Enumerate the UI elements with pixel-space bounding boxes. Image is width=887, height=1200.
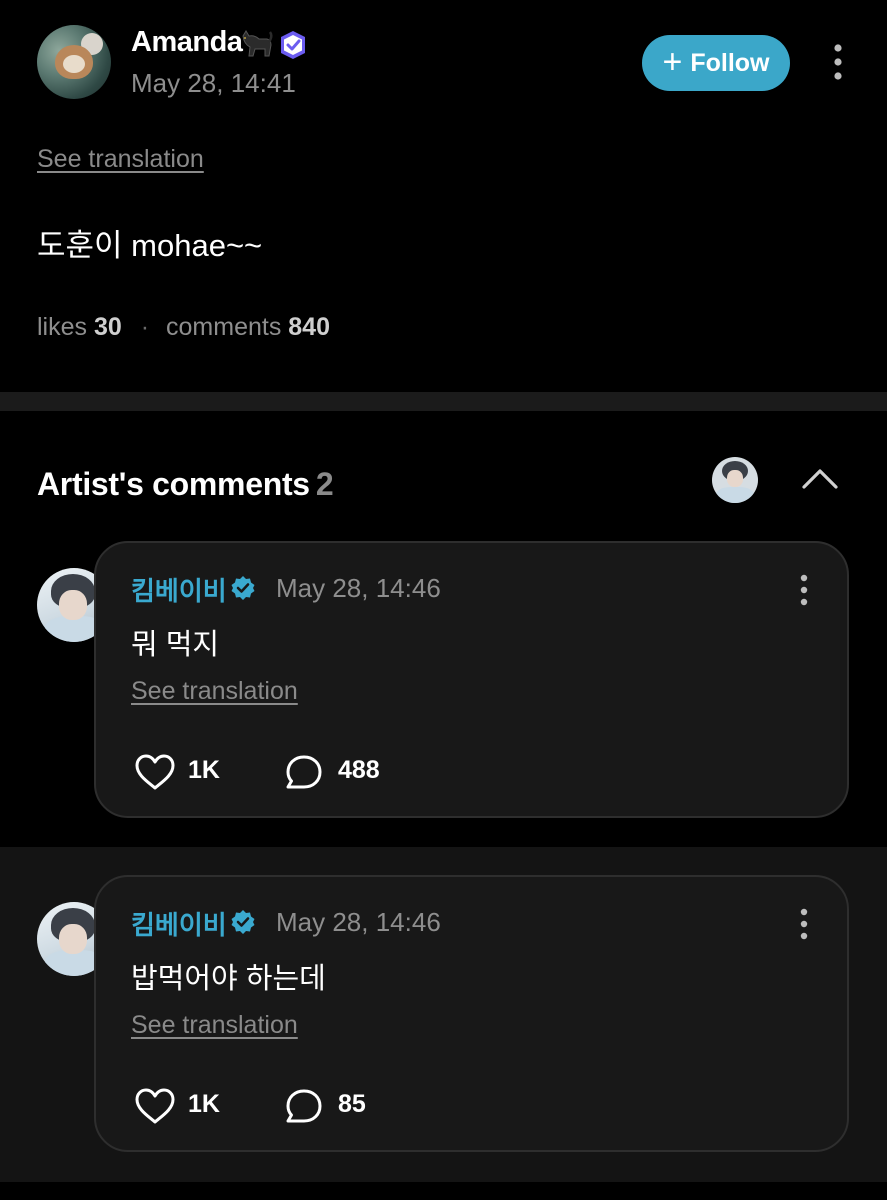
comment-text: 밥먹어야 하는데 bbox=[131, 963, 326, 995]
more-options-icon[interactable] bbox=[794, 573, 814, 607]
see-translation-link[interactable]: See translation bbox=[131, 677, 298, 706]
see-translation-link[interactable]: See translation bbox=[37, 145, 204, 174]
comments-count[interactable]: 840 bbox=[288, 313, 330, 341]
verified-purple-icon bbox=[281, 31, 305, 59]
comment-timestamp: May 28, 14:46 bbox=[276, 907, 441, 937]
reply-count: 488 bbox=[338, 756, 380, 784]
comments-label[interactable]: comments bbox=[166, 313, 281, 341]
reply-count: 85 bbox=[338, 1090, 366, 1118]
comment-card[interactable]: 킴베이비 May 28, 14:46 뭐 먹지 See translation … bbox=[94, 541, 849, 818]
artist-comment: 킴베이비 May 28, 14:46 밥먹어야 하는데 See translat… bbox=[0, 847, 887, 1182]
black-cat-icon bbox=[242, 30, 273, 57]
like-count: 1K bbox=[188, 756, 220, 784]
artist-comment: 킴베이비 May 28, 14:46 뭐 먹지 See translation … bbox=[0, 530, 887, 847]
post-stats: likes 30 · comments 840 bbox=[37, 313, 330, 342]
heart-icon[interactable] bbox=[134, 1087, 176, 1125]
comment-text: 뭐 먹지 bbox=[131, 629, 220, 661]
reply-bubble-icon[interactable] bbox=[284, 753, 324, 791]
more-options-icon[interactable] bbox=[794, 907, 814, 941]
see-translation-link[interactable]: See translation bbox=[131, 1011, 298, 1040]
comment-author[interactable]: 킴베이비 bbox=[131, 571, 227, 608]
chevron-up-icon[interactable] bbox=[800, 463, 840, 493]
verified-check-icon bbox=[231, 910, 255, 934]
more-options-icon[interactable] bbox=[826, 42, 850, 82]
heart-icon[interactable] bbox=[134, 753, 176, 791]
stats-separator: · bbox=[140, 313, 150, 341]
artist-comments-label: Artist's comments bbox=[37, 466, 310, 502]
section-divider bbox=[0, 392, 887, 411]
plus-icon: + bbox=[662, 42, 683, 81]
comment-author[interactable]: 킴베이비 bbox=[131, 905, 227, 942]
artist-comments-title: Artist's comments 2 bbox=[37, 466, 334, 503]
post-timestamp: May 28, 14:41 bbox=[131, 68, 296, 98]
verified-check-icon bbox=[231, 576, 255, 600]
post-body: 도훈이 mohae~~ bbox=[37, 228, 263, 263]
artist-comments-count: 2 bbox=[315, 466, 334, 502]
author-name[interactable]: Amanda bbox=[131, 26, 243, 59]
post: Amanda May 28, 14:41 + Follow See transl… bbox=[0, 0, 887, 392]
artist-mini-avatar[interactable] bbox=[712, 457, 758, 503]
likes-count: 30 bbox=[93, 313, 122, 341]
follow-button[interactable]: + Follow bbox=[642, 35, 790, 91]
comment-card[interactable]: 킴베이비 May 28, 14:46 밥먹어야 하는데 See translat… bbox=[94, 875, 849, 1152]
reply-bubble-icon[interactable] bbox=[284, 1087, 324, 1125]
likes-label: likes bbox=[37, 313, 88, 341]
comment-timestamp: May 28, 14:46 bbox=[276, 573, 441, 603]
author-avatar[interactable] bbox=[37, 25, 111, 99]
follow-label: Follow bbox=[690, 48, 770, 77]
like-count: 1K bbox=[188, 1090, 220, 1118]
